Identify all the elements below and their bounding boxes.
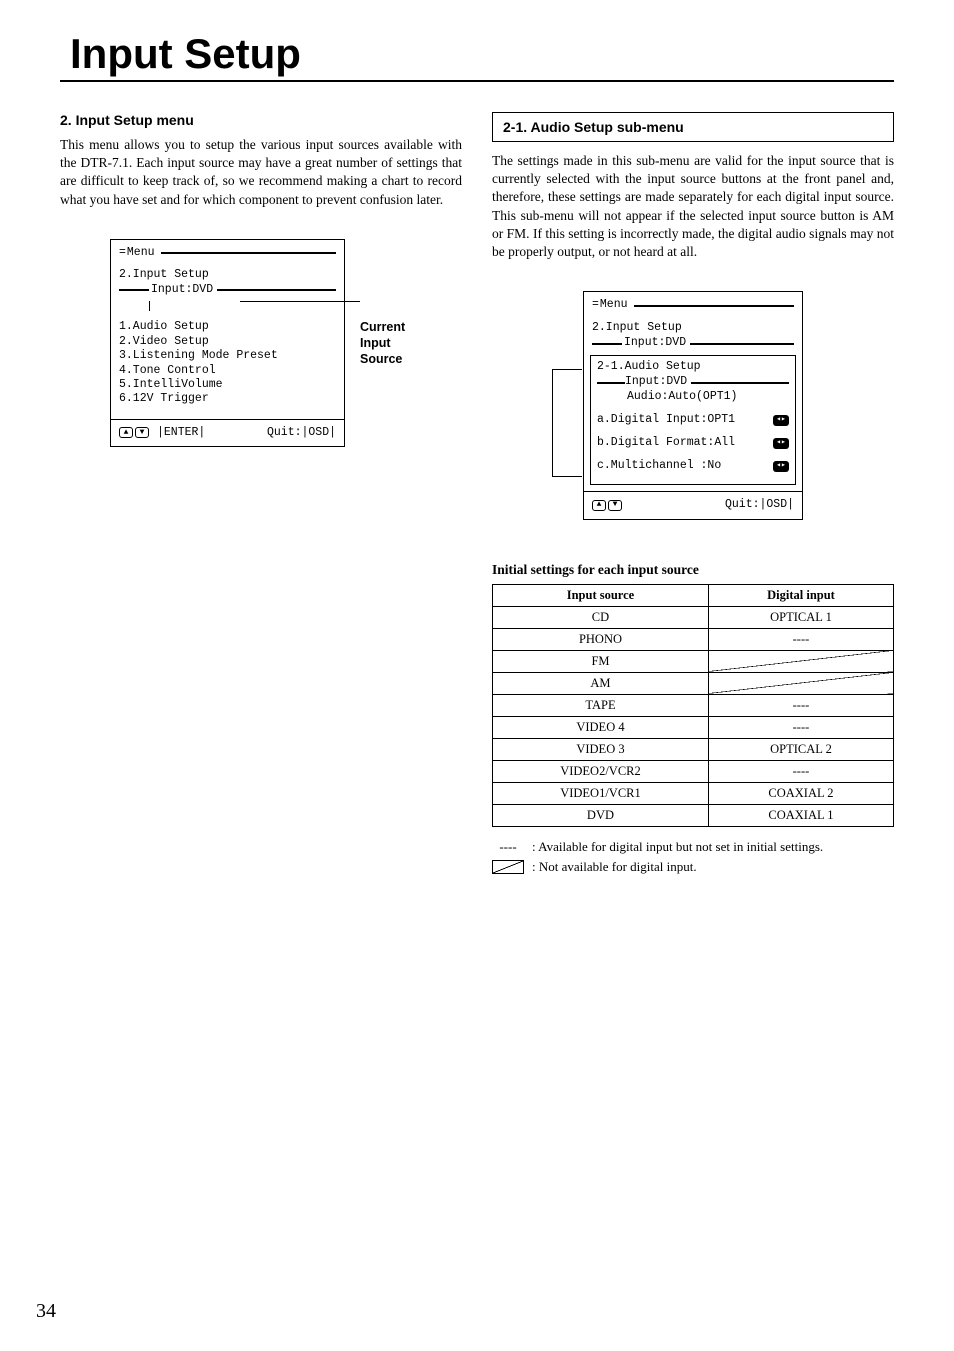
sub-heading: 2-1. Audio Setup sub-menu [492, 112, 894, 142]
osd2-sub-input: Input:DVD [625, 375, 687, 390]
osd2-menu-label: Menu [598, 298, 630, 313]
cell-digital-input: ---- [708, 760, 893, 782]
section-heading: 2. Input Setup menu [60, 112, 462, 128]
osd2-item-b: b.Digital Format:All [597, 436, 735, 451]
th-digital-input: Digital input [708, 584, 893, 606]
table-row: DVDCOAXIAL 1 [493, 804, 894, 826]
osd2-audio-line: Audio:Auto(OPT1) [597, 390, 789, 405]
osd-items: 1.Audio Setup 2.Video Setup 3.Listening … [119, 320, 336, 406]
table-title: Initial settings for each input source [492, 562, 894, 578]
th-input-source: Input source [493, 584, 709, 606]
legend-na-text: : Not available for digital input. [532, 859, 697, 875]
up-down-icon: ▲▼ [592, 500, 622, 511]
cell-digital-input: OPTICAL 2 [708, 738, 893, 760]
cell-input-source: AM [493, 672, 709, 694]
osd-section: 2.Input Setup [119, 268, 336, 282]
cell-digital-input [708, 650, 893, 672]
table-row: VIDEO 4---- [493, 716, 894, 738]
cell-input-source: TAPE [493, 694, 709, 716]
title-underline [60, 80, 894, 82]
sub-body: The settings made in this sub-menu are v… [492, 152, 894, 261]
cell-input-source: VIDEO 4 [493, 716, 709, 738]
right-column: 2-1. Audio Setup sub-menu The settings m… [492, 112, 894, 879]
left-right-icon: ◂▸ [773, 438, 789, 449]
table-row: AM [493, 672, 894, 694]
cell-digital-input: OPTICAL 1 [708, 606, 893, 628]
cell-input-source: DVD [493, 804, 709, 826]
osd2-item-c: c.Multichannel :No [597, 459, 721, 474]
section-body: This menu allows you to setup the variou… [60, 136, 462, 209]
table-row: VIDEO1/VCR1COAXIAL 2 [493, 782, 894, 804]
callout-tick [149, 301, 150, 311]
cell-input-source: VIDEO2/VCR2 [493, 760, 709, 782]
table-row: TAPE---- [493, 694, 894, 716]
legend-na-icon [492, 860, 524, 874]
left-right-icon: ◂▸ [773, 415, 789, 426]
osd2-footer-quit: Quit:|OSD| [725, 498, 794, 513]
cell-input-source: VIDEO 3 [493, 738, 709, 760]
cell-digital-input: COAXIAL 2 [708, 782, 893, 804]
cell-input-source: PHONO [493, 628, 709, 650]
table-row: FM [493, 650, 894, 672]
connector-bracket [552, 369, 582, 477]
page-number: 34 [36, 1300, 56, 1323]
legend-dash-symbol: ---- [492, 839, 524, 855]
legend-dash-text: : Available for digital input but not se… [532, 839, 823, 855]
cell-input-source: FM [493, 650, 709, 672]
legend: ---- : Available for digital input but n… [492, 839, 894, 875]
cell-input-source: VIDEO1/VCR1 [493, 782, 709, 804]
osd-menu-label: Menu [125, 246, 157, 260]
osd2-sub-section: 2-1.Audio Setup [597, 360, 789, 375]
cell-digital-input: COAXIAL 1 [708, 804, 893, 826]
callout-label: Current Input Source [360, 319, 405, 368]
cell-input-source: CD [493, 606, 709, 628]
callout-line [240, 301, 360, 302]
table-row: PHONO---- [493, 628, 894, 650]
osd-footer-enter: |ENTER| [157, 426, 205, 440]
left-right-icon: ◂▸ [773, 461, 789, 472]
left-column: 2. Input Setup menu This menu allows you… [60, 112, 462, 879]
osd-input-label: Input:DVD [151, 283, 213, 297]
cell-digital-input: ---- [708, 628, 893, 650]
cell-digital-input: ---- [708, 716, 893, 738]
osd2-section: 2.Input Setup [592, 321, 794, 336]
up-down-icon: ▲▼ [119, 427, 149, 438]
osd-menu: =Menu 2.Input Setup Input:DVD 1.Audio Se… [110, 239, 345, 447]
osd-footer-quit: Quit:|OSD| [267, 426, 336, 440]
osd-submenu: =Menu 2.Input Setup Input:DVD 2-1.Audio … [583, 291, 803, 519]
table-row: VIDEO2/VCR2---- [493, 760, 894, 782]
osd2-input: Input:DVD [624, 336, 686, 351]
cell-digital-input: ---- [708, 694, 893, 716]
table-row: CDOPTICAL 1 [493, 606, 894, 628]
osd2-item-a: a.Digital Input:OPT1 [597, 413, 735, 428]
page-title: Input Setup [60, 30, 894, 78]
table-row: VIDEO 3OPTICAL 2 [493, 738, 894, 760]
cell-digital-input [708, 672, 893, 694]
digital-input-table: Input source Digital input CDOPTICAL 1PH… [492, 584, 894, 827]
